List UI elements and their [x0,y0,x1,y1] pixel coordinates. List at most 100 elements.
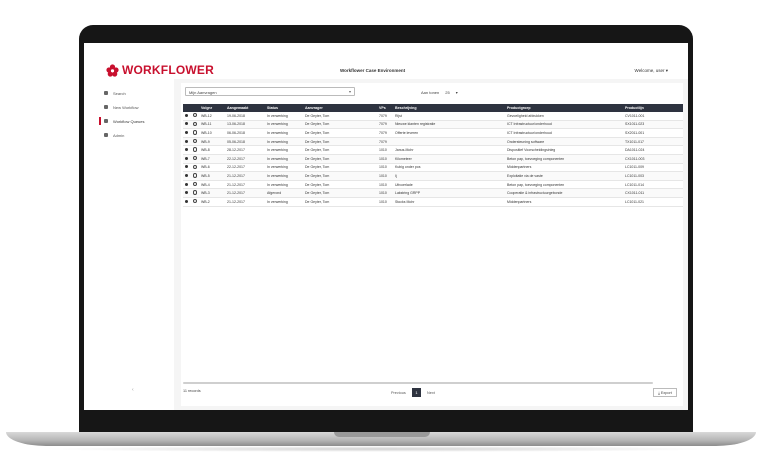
table-cell: WB-4 [199,180,225,190]
status-dot-icon [183,120,191,130]
view-icon[interactable] [191,154,199,164]
sidebar-item-search[interactable]: Search [104,89,126,97]
view-icon[interactable] [191,137,199,147]
table-cell: 22-12-2017 [225,163,265,173]
table-cell: 1010 [377,154,393,164]
status-dot-icon [183,112,191,121]
table-cell: 7079 [377,137,393,147]
table-cell: WB-8 [199,145,225,155]
table-cell: In verwerking [265,180,303,190]
table-row[interactable]: WB-2 21-12-2017 In verwerking De Geyter, To… [183,197,683,207]
column-header[interactable]: Aanvrager [303,104,377,112]
status-dot-icon [183,145,191,155]
view-icon[interactable] [191,145,199,155]
column-header[interactable]: Productlijn [623,104,683,112]
column-header[interactable]: Productgroep [505,104,623,112]
table-cell: LC1011-014 [623,180,683,190]
table-cell: WB-5 [199,171,225,181]
sidebar-item-new-workflow[interactable]: New Workflow [104,103,139,111]
table-row[interactable]: WB-11 13-06-2018 In verwerking De Geyter, T… [183,120,683,130]
status-dot-icon [183,137,191,147]
table-cell: In verwerking [265,163,303,173]
previous-page-button[interactable]: Previous [391,391,406,395]
status-dot-icon [185,165,188,169]
collapse-sidebar-icon[interactable]: ‹ [132,387,134,393]
table-cell: 1010 [377,197,393,207]
status-dot-icon [185,130,188,134]
table-cell: 1010 [377,180,393,190]
table-row[interactable]: WB-6 22-12-2017 In verwerking De Geyter, To… [183,163,683,173]
per-page-control[interactable]: Aan tonen 25 ▾ [421,90,458,95]
search-icon [104,91,108,95]
view-icon[interactable] [191,197,199,207]
table-cell: Afgerond [265,188,303,198]
view-icon[interactable] [191,180,199,190]
sidebar-item-workflow-queues[interactable]: Workflow Queues [99,117,145,125]
table-cell: LC1011-003 [623,171,683,181]
column-header[interactable]: Volgnr [199,104,225,112]
table-cell: Exploitatie via de vaste [505,171,623,181]
table-cell: Rijst [393,112,505,121]
view-icon[interactable] [191,112,199,121]
column-header[interactable] [191,104,199,112]
table-cell: 28-12-2017 [225,145,265,155]
magnifier-icon [193,147,198,152]
table-cell: De Geyter, Tom [303,120,377,130]
sidebar-item-label: New Workflow [113,104,139,110]
column-header[interactable]: Aangemaakt [225,104,265,112]
sidebar-item-admin[interactable]: Admin [104,131,124,139]
table-row[interactable]: WB-5 21-12-2017 In verwerking De Geyter, To… [183,171,683,181]
view-icon[interactable] [191,128,199,138]
table-cell: WB-9 [199,137,225,147]
view-icon[interactable] [191,120,199,130]
table-cell: Janus-Mohr [393,145,505,155]
export-button[interactable]: ⤓ Export [653,388,677,397]
table-cell: In verwerking [265,120,303,130]
column-header[interactable]: Status [265,104,303,112]
table-row[interactable]: WB-8 28-12-2017 In verwerking De Geyter, To… [183,145,683,155]
table-cell: ICT Infrastructuur/onderhoud [505,128,623,138]
table-cell: 19-06-2018 [225,112,265,121]
table-row[interactable]: WB-10 06-06-2018 In verwerking De Geyter, T… [183,128,683,138]
table-cell: Kubig onder pos [393,163,505,173]
column-header[interactable] [183,104,191,112]
view-icon[interactable] [191,171,199,181]
table-cell: WB-2 [199,197,225,207]
table-row[interactable]: WB-4 21-12-2017 In verwerking De Geyter, To… [183,180,683,190]
sidebar-item-label: Admin [113,132,125,138]
app-header: WORKFLOWER Workflower Case Environment W… [84,43,688,79]
next-page-button[interactable]: Next [427,391,435,395]
status-dot-icon [183,128,191,138]
table-cell: 22-12-2017 [225,154,265,164]
horizontal-scrollbar[interactable] [183,382,653,384]
column-header[interactable]: Beschrijving [393,104,505,112]
table-cell: De Geyter, Tom [303,180,377,190]
status-dot-icon [185,113,188,117]
flower-logo-icon [106,63,119,77]
table-cell: Ondersteuning software [505,137,623,147]
laptop-screen: WORKFLOWER Workflower Case Environment W… [84,43,688,410]
table-cell: De Geyter, Tom [303,128,377,138]
column-header[interactable]: VPs [377,104,393,112]
logo[interactable]: WORKFLOWER [106,63,214,77]
table-row[interactable]: WB-9 05-06-2018 In verwerking De Geyter, To… [183,137,683,147]
magnifier-icon [193,113,198,118]
view-icon[interactable] [191,163,199,173]
data-grid: Volgnr Aangemaakt Status Aanvrager VPs Beschr… [183,104,683,380]
main-panel: Mijn Aanvragen ▾ Aan tonen 25 ▾ Volgnr Aa… [181,83,683,406]
table-cell: TX1011-017 [623,137,683,147]
table-cell: Nieuwe klanten registratie [393,120,505,130]
filter-select-value: Mijn Aanvragen [189,89,217,95]
table-row[interactable]: WB-12 19-06-2018 In verwerking De Geyter, T… [183,112,683,121]
table-cell: Gevoeligheid afdrukken [505,112,623,121]
magnifier-icon [193,138,198,144]
view-icon[interactable] [191,188,199,198]
table-row[interactable]: WB-7 22-12-2017 In verwerking De Geyter, To… [183,154,683,164]
magnifier-icon [193,190,198,195]
chevron-down-icon: ▾ [665,68,668,73]
pagination-bar: 11 records Previous 1 Next ⤓ Export [181,387,683,401]
filter-select[interactable]: Mijn Aanvragen ▾ [185,87,355,96]
user-menu[interactable]: Welcome, user ▾ [635,68,668,74]
table-row[interactable]: WB-3 21-12-2017 Afgerond De Geyter, Tom 1010… [183,188,683,198]
current-page-button[interactable]: 1 [412,388,421,397]
